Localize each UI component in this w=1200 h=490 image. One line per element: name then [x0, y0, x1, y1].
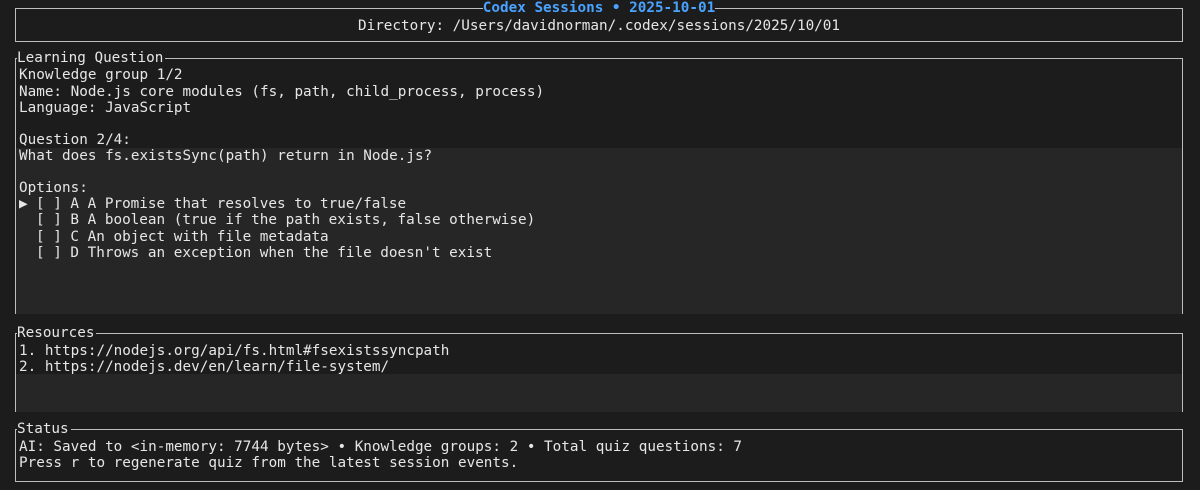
option-a-label: [ ] A A Promise that resolves to true/fa… [36, 196, 407, 212]
learning-question-panel: Learning Question Knowledge group 1/2 Na… [15, 50, 1183, 314]
resource-link-1[interactable]: 1. https://nodejs.org/api/fs.html#fsexis… [19, 343, 449, 359]
session-title-text: Codex Sessions • 2025-10-01 [482, 0, 716, 16]
option-b[interactable]: [ ] B A boolean (true if the path exists… [19, 212, 535, 228]
option-d[interactable]: [ ] D Throws an exception when the file … [19, 245, 492, 261]
header-panel: Codex Sessions • 2025-10-01 Directory: /… [15, 0, 1183, 42]
option-c-label: [ ] C An object with file metadata [36, 229, 329, 245]
resources-shade [16, 374, 1182, 412]
resource-link-2[interactable]: 2. https://nodejs.dev/en/learn/file-syst… [19, 359, 389, 375]
language-label: Language: JavaScript [19, 100, 192, 116]
session-title: Codex Sessions • 2025-10-01 [16, 0, 1182, 16]
status-hint-line: Press r to regenerate quiz from the late… [19, 455, 519, 471]
resources-title: Resources [17, 325, 97, 341]
option-c[interactable]: [ ] C An object with file metadata [19, 229, 329, 245]
status-title: Status [17, 421, 71, 437]
question-number: Question 2/4: [19, 132, 131, 148]
option-a[interactable]: ▶ [ ] A A Promise that resolves to true/f… [19, 196, 406, 212]
status-ai-line: AI: Saved to <in-memory: 7744 bytes> • K… [19, 439, 743, 455]
question-text: What does fs.existsSync(path) return in … [19, 148, 433, 164]
module-name-label: Name: Node.js core modules (fs, path, ch… [19, 84, 545, 100]
directory-path: Directory: /Users/davidnorman/.codex/ses… [357, 18, 841, 34]
option-d-label: [ ] D Throws an exception when the file … [36, 245, 493, 261]
resources-panel: Resources 1. https://nodejs.org/api/fs.h… [15, 325, 1183, 412]
knowledge-group-label: Knowledge group 1/2 [19, 67, 183, 83]
learning-question-title: Learning Question [17, 50, 166, 66]
selection-cursor-icon: ▶ [19, 196, 28, 212]
status-panel: Status AI: Saved to <in-memory: 7744 byt… [15, 421, 1183, 482]
option-b-label: [ ] B A boolean (true if the path exists… [36, 212, 536, 228]
options-label: Options: [19, 180, 88, 196]
